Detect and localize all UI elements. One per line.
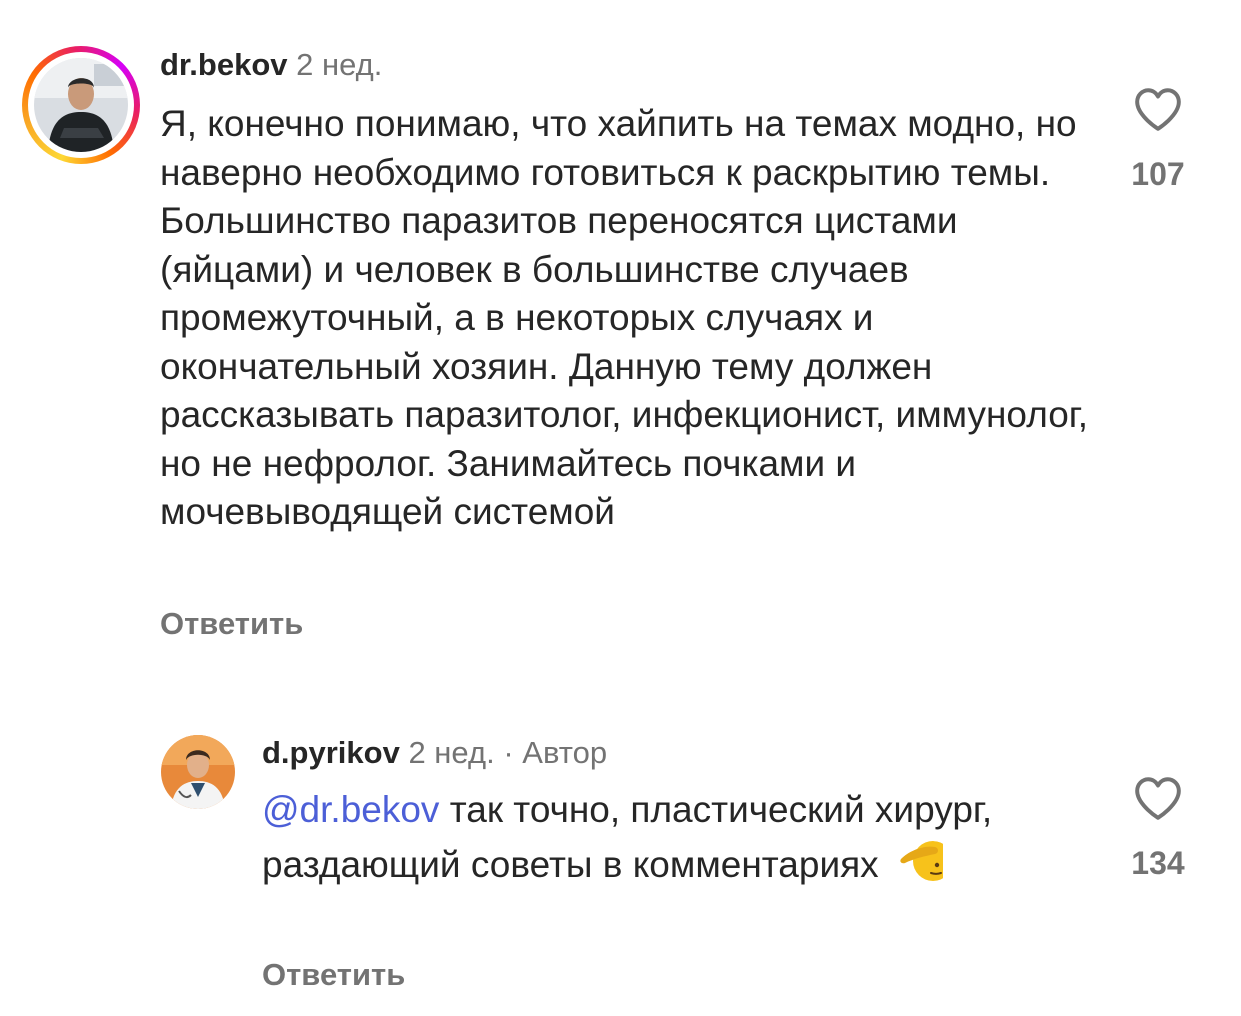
comment-meta: d.pyrikov 2 нед. · Автор [262, 735, 607, 771]
author-badge: Автор [522, 735, 608, 770]
heart-outline-icon[interactable] [1133, 775, 1183, 821]
avatar[interactable] [34, 58, 128, 152]
heart-outline-icon[interactable] [1133, 86, 1183, 132]
like-count: 134 [1131, 845, 1185, 881]
separator: · [503, 735, 514, 770]
like-control: 107 [1118, 86, 1198, 192]
comment-text: @dr.bekov так точно, пластический хирург… [262, 786, 1022, 889]
timestamp: 2 нед. [296, 47, 383, 82]
comment-item: dr.bekov 2 нед. Я, конечно понимаю, что … [0, 0, 1241, 680]
comment-meta: dr.bekov 2 нед. [160, 47, 382, 83]
avatar-photo [161, 735, 235, 809]
username[interactable]: dr.bekov [160, 47, 288, 82]
mention-link[interactable]: @dr.bekov [262, 789, 439, 830]
like-count: 107 [1131, 156, 1185, 192]
reply-button[interactable]: Ответить [262, 957, 405, 993]
timestamp: 2 нед. [408, 735, 495, 770]
comment-text: Я, конечно понимаю, что хайпить на темах… [160, 103, 1089, 532]
username[interactable]: d.pyrikov [262, 735, 400, 770]
reply-button[interactable]: Ответить [160, 606, 303, 642]
avatar-photo [34, 58, 128, 152]
like-control: 134 [1118, 775, 1198, 881]
comment-item: d.pyrikov 2 нед. · Автор @dr.bekov так т… [0, 680, 1241, 1016]
saluting-face-icon [900, 834, 953, 883]
avatar[interactable] [161, 735, 235, 809]
